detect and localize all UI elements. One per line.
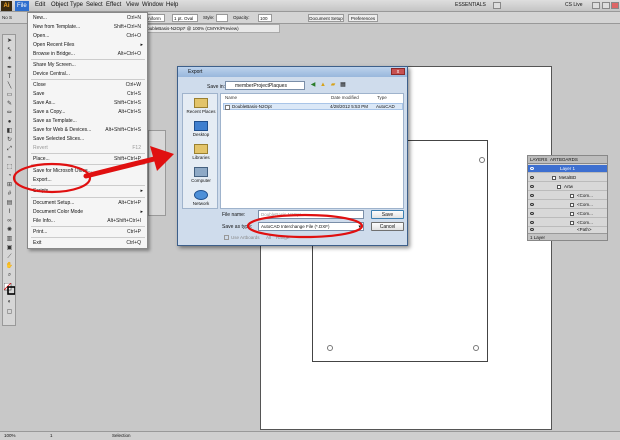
- annotation-ellipse-export: [12, 162, 92, 194]
- annotation-overlay: [12, 146, 364, 239]
- annotation-arrow: [83, 155, 161, 179]
- annotation-arrowhead: [150, 146, 174, 171]
- annotation-ellipse-save-type: [246, 213, 364, 239]
